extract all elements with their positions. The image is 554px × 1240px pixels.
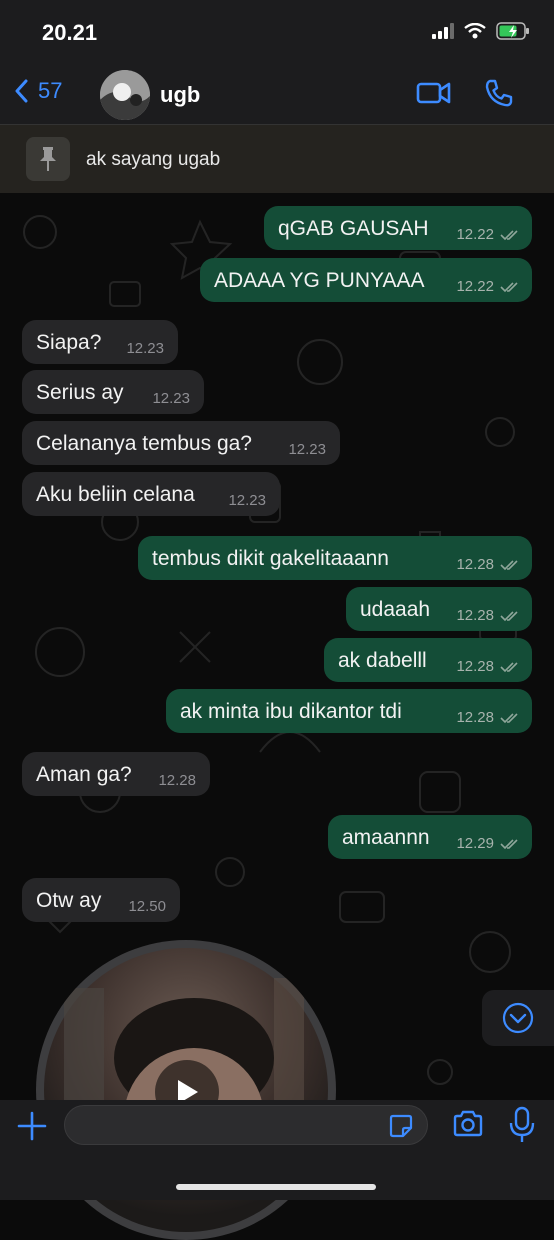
message-text: qGAB GAUSAH — [278, 217, 429, 240]
plus-icon — [17, 1111, 47, 1141]
wifi-icon — [464, 23, 486, 39]
message-bubble-outgoing[interactable]: ak dabelll 12.28 — [324, 638, 532, 682]
message-time: 12.23 — [228, 492, 266, 509]
chevron-left-icon — [15, 79, 28, 103]
message-text: Aku beliin celana — [36, 483, 195, 506]
read-ticks-icon — [500, 230, 518, 241]
status-icons — [432, 22, 530, 40]
message-time: 12.28 — [456, 709, 494, 726]
message-bubble-incoming[interactable]: Serius ay 12.23 — [22, 370, 204, 414]
battery-icon — [496, 22, 529, 40]
message-time: 12.23 — [288, 441, 326, 458]
camera-button[interactable] — [452, 1110, 484, 1143]
message-time: 12.23 — [152, 390, 190, 407]
chevron-down-icon — [502, 1002, 534, 1034]
read-ticks-icon — [500, 839, 518, 850]
back-button[interactable]: 57 — [14, 78, 62, 104]
message-time: 12.29 — [456, 835, 494, 852]
pinned-text: ak sayang ugab — [86, 149, 221, 170]
message-text: Aman ga? — [36, 763, 132, 786]
message-bubble-outgoing[interactable]: udaaah 12.28 — [346, 587, 532, 631]
message-text: udaaah — [360, 598, 431, 621]
video-call-button[interactable] — [416, 80, 452, 111]
message-bubble-outgoing[interactable]: tembus dikit gakelitaaann 12.28 — [138, 536, 532, 580]
pinned-message-banner[interactable]: ak sayang ugab — [0, 124, 554, 193]
scroll-to-bottom-button[interactable] — [482, 990, 554, 1046]
voice-record-button[interactable] — [508, 1106, 536, 1149]
message-bubble-outgoing[interactable]: ADAAA YG PUNYAAA 12.22 — [200, 258, 532, 302]
message-text: amaannn — [342, 826, 430, 849]
attach-button[interactable] — [16, 1110, 48, 1147]
message-bubble-incoming[interactable]: Celananya tembus ga? 12.23 — [22, 421, 340, 465]
chat-header: 57 ugb — [0, 64, 554, 124]
read-ticks-icon — [500, 560, 518, 571]
sticker-icon — [389, 1114, 413, 1138]
message-input[interactable] — [64, 1105, 428, 1145]
message-text: Celananya tembus ga? — [36, 432, 252, 455]
message-time: 12.28 — [158, 772, 196, 789]
message-time: 12.23 — [126, 340, 164, 357]
status-bar: 20.21 — [0, 0, 554, 64]
message-bubble-incoming[interactable]: Aman ga? 12.28 — [22, 752, 210, 796]
message-bubble-outgoing[interactable]: qGAB GAUSAH 12.22 — [264, 206, 532, 250]
read-ticks-icon — [500, 282, 518, 293]
message-bubble-outgoing[interactable]: amaannn 12.29 — [328, 815, 532, 859]
message-bubble-incoming[interactable]: Otw ay 12.50 — [22, 878, 180, 922]
home-indicator — [176, 1184, 376, 1190]
signal-icon — [432, 23, 454, 39]
message-time: 12.50 — [128, 898, 166, 915]
avatar-image — [100, 70, 150, 120]
message-time: 12.22 — [456, 226, 494, 243]
video-camera-icon — [416, 82, 451, 104]
status-time: 20.21 — [42, 20, 98, 45]
voice-call-button[interactable] — [484, 78, 514, 113]
phone-icon — [485, 79, 513, 107]
read-ticks-icon — [500, 611, 518, 622]
message-text: Siapa? — [36, 331, 102, 354]
pin-icon — [40, 147, 56, 171]
message-time: 12.28 — [456, 607, 494, 624]
message-text: ADAAA YG PUNYAAA — [214, 269, 425, 292]
microphone-icon — [509, 1106, 535, 1142]
message-text: ak minta ibu dikantor tdi — [180, 700, 402, 723]
pin-icon-box — [26, 137, 70, 181]
message-text: Otw ay — [36, 889, 102, 912]
read-ticks-icon — [500, 713, 518, 724]
avatar[interactable] — [100, 70, 150, 120]
message-bubble-incoming[interactable]: Aku beliin celana 12.23 — [22, 472, 280, 516]
message-bubble-outgoing[interactable]: ak minta ibu dikantor tdi 12.28 — [166, 689, 532, 733]
unread-count: 57 — [38, 78, 63, 103]
sticker-button[interactable] — [389, 1114, 413, 1143]
read-ticks-icon — [500, 662, 518, 673]
contact-name[interactable]: ugb — [160, 82, 200, 108]
message-bubble-incoming[interactable]: Siapa? 12.23 — [22, 320, 178, 364]
camera-icon — [453, 1110, 483, 1137]
message-text: tembus dikit gakelitaaann — [152, 547, 389, 570]
message-time: 12.28 — [456, 556, 494, 573]
message-input-bar — [0, 1100, 554, 1200]
message-time: 12.22 — [456, 278, 494, 295]
message-text: ak dabelll — [338, 649, 427, 672]
message-text: Serius ay — [36, 381, 124, 404]
message-time: 12.28 — [456, 658, 494, 675]
